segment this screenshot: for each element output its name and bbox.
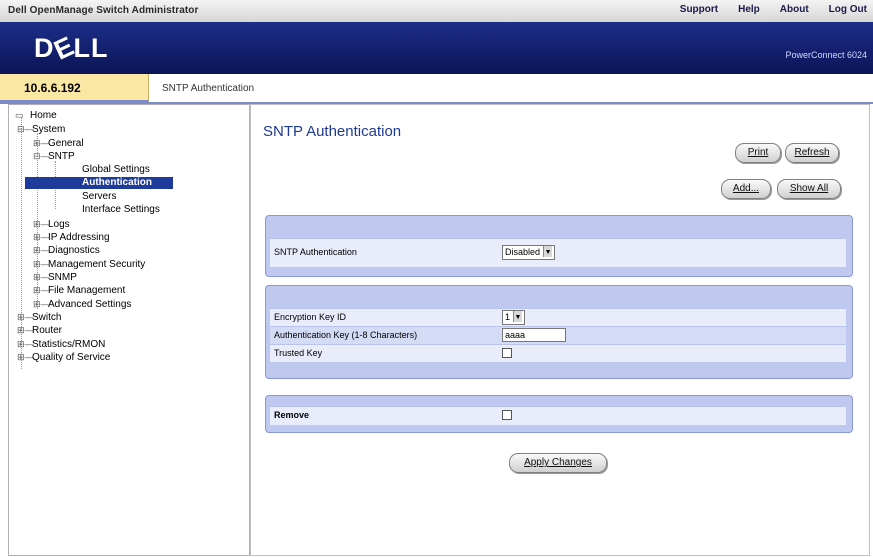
tree-item-management-security[interactable]: ⊞—Management Security	[33, 258, 146, 270]
tree-item-quality-of-service[interactable]: ⊞—Quality of Service	[17, 351, 111, 363]
auth-key-row: Authentication Key (1-8 Characters) aaaa	[270, 326, 846, 344]
tree-item-system[interactable]: ⊟—System	[17, 123, 66, 135]
remove-label: Remove	[274, 410, 310, 420]
top-links: Support Help About Log Out	[660, 4, 867, 15]
about-link[interactable]: About	[780, 4, 809, 15]
auth-key-label: Authentication Key (1-8 Characters)	[274, 330, 418, 340]
key-panel: Encryption Key ID 1 ▼ Authentication Key …	[265, 285, 853, 379]
folder-icon: ▭	[15, 110, 24, 120]
sntp-auth-select[interactable]: Disabled ▼	[502, 245, 556, 260]
tree-item-router[interactable]: ⊞—Router	[17, 324, 63, 336]
dell-logo: DELL	[34, 30, 109, 66]
tree-item-global-settings[interactable]: Global Settings	[81, 164, 151, 176]
dropdown-arrow-icon: ▼	[513, 311, 523, 322]
tree-item-diagnostics[interactable]: ⊞—Diagnostics	[33, 244, 101, 256]
expand-icon[interactable]: ⊞—	[33, 231, 50, 243]
key-id-select[interactable]: 1 ▼	[502, 310, 526, 325]
logout-link[interactable]: Log Out	[829, 4, 867, 15]
breadcrumb: SNTP Authentication	[162, 83, 255, 94]
app-title: Dell OpenManage Switch Administrator	[8, 5, 199, 16]
add-button[interactable]: Add...	[721, 179, 771, 199]
tree-item-logs[interactable]: ⊞—Logs	[33, 218, 71, 230]
tree-item-statistics-rmon[interactable]: ⊞—Statistics/RMON	[17, 338, 106, 350]
tree-item-servers[interactable]: Servers	[81, 191, 117, 203]
expand-icon[interactable]: ⊞—	[17, 324, 34, 336]
sntp-auth-row: SNTP Authentication Disabled ▼	[270, 238, 846, 267]
collapse-icon[interactable]: ⊟—	[33, 150, 50, 162]
help-link[interactable]: Help	[738, 4, 760, 15]
trusted-key-label: Trusted Key	[274, 348, 323, 358]
expand-icon[interactable]: ⊞—	[33, 284, 50, 296]
tree-item-sntp[interactable]: ⊟—SNTP	[33, 150, 76, 162]
tree-item-file-management[interactable]: ⊞—File Management	[33, 284, 126, 296]
tree-item-general[interactable]: ⊞—General	[33, 137, 85, 149]
print-button[interactable]: Print	[735, 143, 781, 163]
auth-key-input[interactable]: aaaa	[502, 328, 566, 342]
navigation-tree[interactable]: ▭ Home ⊟—System ⊞—General ⊟—SNTP Global S…	[8, 104, 250, 556]
expand-icon[interactable]: ⊞—	[17, 338, 34, 350]
ip-box: 10.6.6.192	[0, 74, 149, 102]
remove-checkbox[interactable]	[502, 410, 512, 423]
banner: DELL PowerConnect 6024	[0, 22, 873, 74]
product-name: PowerConnect 6024	[785, 50, 867, 60]
apply-changes-button[interactable]: Apply Changes	[509, 453, 607, 473]
sntp-auth-label: SNTP Authentication	[274, 247, 357, 257]
collapse-icon[interactable]: ⊟—	[17, 123, 34, 135]
expand-icon[interactable]: ⊞—	[33, 244, 50, 256]
page-title: SNTP Authentication	[263, 123, 402, 140]
trusted-key-row: Trusted Key	[270, 344, 846, 362]
support-link[interactable]: Support	[680, 4, 718, 15]
expand-icon[interactable]: ⊞—	[33, 218, 50, 230]
expand-icon[interactable]: ⊞—	[33, 271, 50, 283]
tree-item-authentication[interactable]: Authentication	[25, 177, 173, 189]
key-id-row: Encryption Key ID 1 ▼	[270, 308, 846, 326]
tree-item-advanced-settings[interactable]: ⊞—Advanced Settings	[33, 298, 132, 310]
expand-icon[interactable]: ⊞—	[33, 137, 50, 149]
ip-bar: 10.6.6.192 SNTP Authentication	[0, 74, 873, 104]
refresh-button[interactable]: Refresh	[785, 143, 839, 163]
tree-item-switch[interactable]: ⊞—Switch	[17, 311, 62, 323]
expand-icon[interactable]: ⊞—	[33, 298, 50, 310]
tree-item-snmp[interactable]: ⊞—SNMP	[33, 271, 78, 283]
sntp-auth-panel: SNTP Authentication Disabled ▼	[265, 215, 853, 277]
expand-icon[interactable]: ⊞—	[17, 351, 34, 363]
expand-icon[interactable]: ⊞—	[17, 311, 34, 323]
show-all-button[interactable]: Show All	[777, 179, 841, 199]
ip-address: 10.6.6.192	[24, 81, 81, 95]
remove-row: Remove	[270, 406, 846, 425]
main-content: SNTP Authentication Print Refresh Add...…	[250, 104, 870, 556]
top-bar: Dell OpenManage Switch Administrator Sup…	[0, 0, 873, 23]
trusted-key-checkbox[interactable]	[502, 348, 512, 361]
dropdown-arrow-icon: ▼	[543, 246, 553, 257]
remove-panel: Remove	[265, 395, 853, 433]
tree-item-home[interactable]: ▭ Home	[15, 109, 58, 121]
expand-icon[interactable]: ⊞—	[33, 258, 50, 270]
key-id-label: Encryption Key ID	[274, 312, 347, 322]
tree-item-ip-addressing[interactable]: ⊞—IP Addressing	[33, 231, 111, 243]
tree-item-interface-settings[interactable]: Interface Settings	[81, 204, 161, 216]
